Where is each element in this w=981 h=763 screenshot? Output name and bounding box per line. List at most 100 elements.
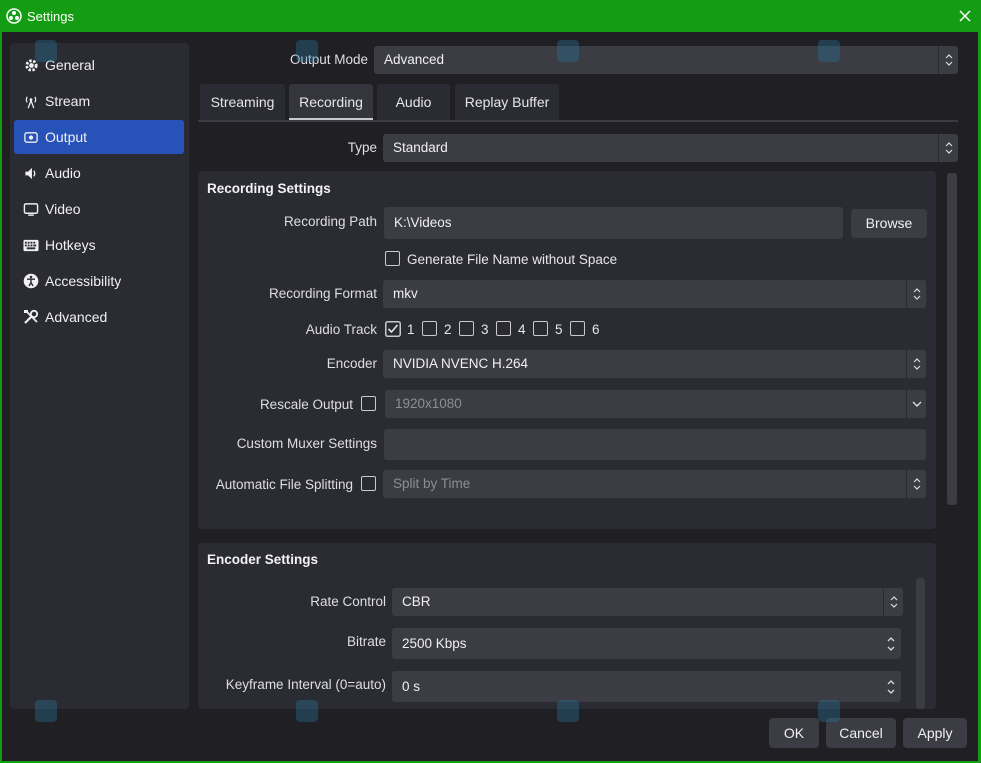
updown-arrows-icon — [938, 46, 958, 74]
tab-streaming[interactable]: Streaming — [200, 84, 285, 120]
encoder-scrollbar[interactable] — [916, 578, 925, 709]
watermark-logo-icon — [818, 40, 840, 62]
keyboard-icon — [23, 237, 39, 253]
bitrate-spinbox[interactable]: 2500 Kbps — [392, 628, 901, 659]
sidebar-item-label: Hotkeys — [45, 237, 96, 253]
audio-track-2-label: 2 — [444, 322, 452, 337]
audio-track-1-checkbox[interactable] — [385, 321, 400, 336]
sidebar-item-audio[interactable]: Audio — [14, 156, 184, 190]
rescale-resolution-select[interactable]: 1920x1080 — [385, 390, 926, 418]
keyframe-interval-value: 0 s — [402, 679, 420, 694]
stepper-arrows-icon[interactable] — [881, 628, 901, 659]
recording-path-label: Recording Path — [220, 214, 377, 229]
sidebar-item-hotkeys[interactable]: Hotkeys — [14, 228, 184, 262]
sidebar-item-label: Output — [45, 129, 87, 145]
audio-track-5-label: 5 — [555, 322, 563, 337]
recording-path-input[interactable]: K:\Videos — [384, 207, 843, 239]
audio-track-2-checkbox[interactable] — [422, 321, 437, 336]
browse-button[interactable]: Browse — [851, 209, 927, 238]
tools-icon — [23, 309, 39, 325]
obs-logo-icon — [6, 8, 22, 24]
type-select[interactable]: Standard — [383, 134, 958, 162]
audio-track-4-checkbox[interactable] — [496, 321, 511, 336]
updown-arrows-icon — [906, 470, 926, 498]
tab-audio[interactable]: Audio — [377, 84, 450, 120]
tab-recording[interactable]: Recording — [289, 84, 373, 120]
encoder-value: NVIDIA NVENC H.264 — [393, 356, 528, 371]
audio-track-1-label: 1 — [407, 322, 415, 337]
window-frame-left — [0, 32, 2, 763]
speaker-icon — [23, 165, 39, 181]
generate-filename-checkbox[interactable] — [385, 251, 400, 266]
audio-track-6-label: 6 — [592, 322, 600, 337]
title-bar: Settings — [0, 0, 981, 32]
sidebar-item-label: Accessibility — [45, 273, 121, 289]
sidebar-item-accessibility[interactable]: Accessibility — [14, 264, 184, 298]
encoder-label: Encoder — [220, 356, 377, 371]
sidebar-item-label: Advanced — [45, 309, 107, 325]
updown-arrows-icon — [883, 588, 903, 616]
chevron-down-icon — [906, 390, 926, 418]
file-splitting-value: Split by Time — [393, 476, 470, 491]
rescale-output-label: Rescale Output — [210, 397, 353, 412]
updown-arrows-icon — [938, 134, 958, 162]
tab-replay-buffer[interactable]: Replay Buffer — [455, 84, 559, 120]
watermark-logo-icon — [557, 40, 579, 62]
watermark-logo-icon — [35, 40, 57, 62]
recording-format-select[interactable]: mkv — [383, 280, 926, 308]
rate-control-select[interactable]: CBR — [392, 588, 903, 616]
checkmark-icon — [385, 321, 401, 337]
keyframe-interval-spinbox[interactable]: 0 s — [392, 671, 901, 702]
rate-control-label: Rate Control — [220, 594, 386, 609]
watermark-logo-icon — [818, 700, 840, 722]
tab-divider — [198, 120, 958, 122]
audio-track-3-label: 3 — [481, 322, 489, 337]
rescale-output-checkbox[interactable] — [361, 396, 376, 411]
accessibility-icon — [23, 273, 39, 289]
monitor-icon — [23, 201, 39, 217]
custom-muxer-input[interactable] — [384, 429, 926, 460]
recording-format-value: mkv — [393, 286, 418, 301]
updown-arrows-icon — [906, 280, 926, 308]
close-button[interactable] — [949, 0, 981, 32]
audio-track-4-label: 4 — [518, 322, 526, 337]
bitrate-label: Bitrate — [220, 634, 386, 649]
rate-control-value: CBR — [402, 594, 431, 609]
watermark-logo-icon — [296, 700, 318, 722]
file-splitting-select[interactable]: Split by Time — [383, 470, 926, 498]
rescale-resolution-value: 1920x1080 — [395, 396, 462, 411]
audio-track-5-checkbox[interactable] — [533, 321, 548, 336]
bitrate-value: 2500 Kbps — [402, 636, 467, 651]
watermark-logo-icon — [557, 700, 579, 722]
audio-track-6-checkbox[interactable] — [570, 321, 585, 336]
audio-track-3-checkbox[interactable] — [459, 321, 474, 336]
close-icon — [959, 10, 971, 22]
antenna-icon — [23, 93, 39, 109]
custom-muxer-label: Custom Muxer Settings — [200, 436, 377, 451]
generate-filename-label: Generate File Name without Space — [407, 252, 617, 267]
type-value: Standard — [393, 140, 448, 155]
cancel-button[interactable]: Cancel — [826, 718, 896, 748]
type-label: Type — [280, 140, 377, 155]
sidebar-item-label: Video — [45, 201, 81, 217]
sidebar-item-label: Stream — [45, 93, 90, 109]
encoder-select[interactable]: NVIDIA NVENC H.264 — [383, 350, 926, 378]
ok-button[interactable]: OK — [769, 718, 819, 748]
file-splitting-checkbox[interactable] — [361, 476, 376, 491]
sidebar-item-video[interactable]: Video — [14, 192, 184, 226]
sidebar-item-label: Audio — [45, 165, 81, 181]
sidebar-item-output[interactable]: Output — [14, 120, 184, 154]
vertical-scrollbar[interactable] — [947, 173, 957, 505]
output-mode-value: Advanced — [384, 52, 444, 67]
sidebar-item-advanced[interactable]: Advanced — [14, 300, 184, 334]
stepper-arrows-icon[interactable] — [881, 671, 901, 702]
file-splitting-label: Automatic File Splitting — [200, 477, 353, 492]
encoder-settings-title: Encoder Settings — [207, 552, 318, 567]
output-mode-select[interactable]: Advanced — [374, 46, 958, 74]
apply-button[interactable]: Apply — [903, 718, 967, 748]
window-title: Settings — [27, 9, 74, 24]
keyframe-interval-label: Keyframe Interval (0=auto) — [200, 677, 386, 692]
sidebar-item-stream[interactable]: Stream — [14, 84, 184, 118]
settings-sidebar: General Stream Output Audio Video Hotkey… — [10, 43, 189, 709]
recording-format-label: Recording Format — [220, 286, 377, 301]
